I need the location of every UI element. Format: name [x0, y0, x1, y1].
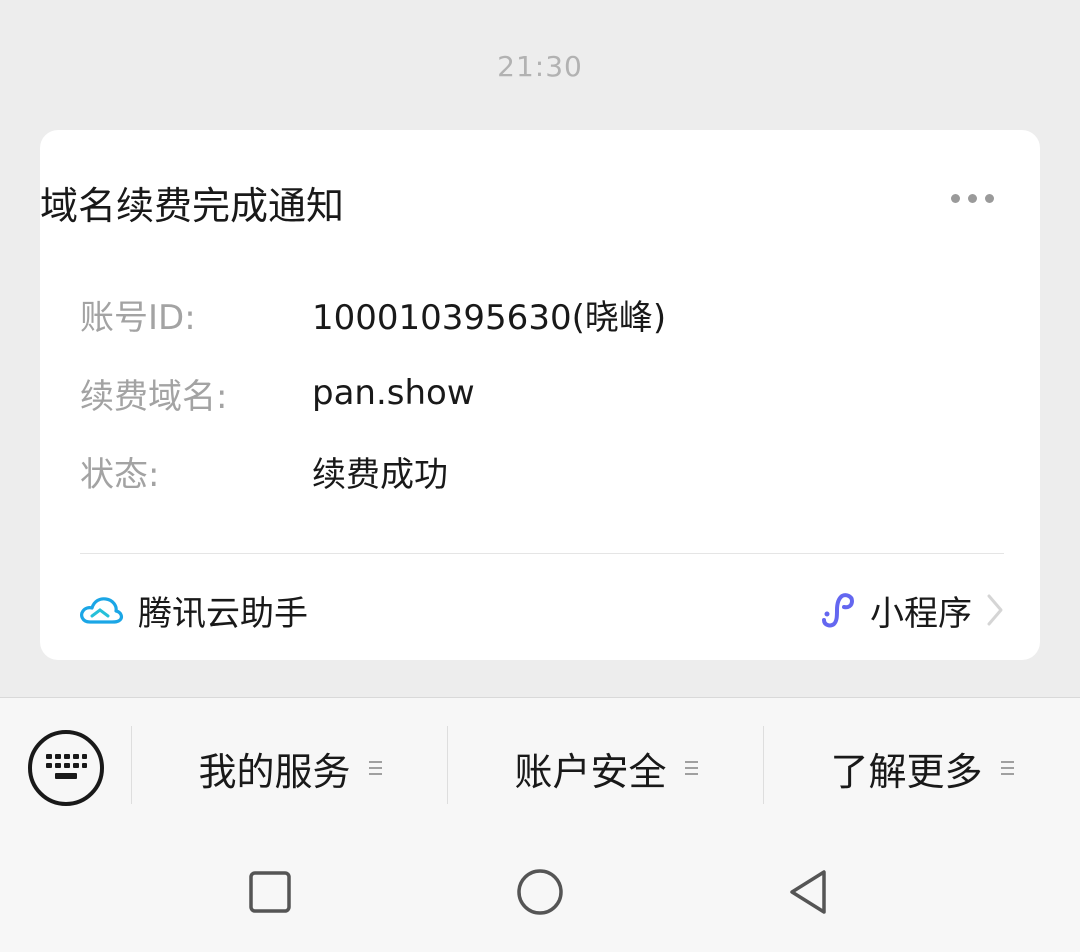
recent-apps-button[interactable]	[240, 862, 300, 922]
menu-item-label: 我的服务	[198, 749, 351, 794]
back-button[interactable]	[778, 862, 838, 922]
more-dot	[984, 193, 994, 203]
field-row-account-id: 账号ID: 100010395630(晓峰)	[80, 289, 666, 339]
menu-item-label: 了解更多	[830, 749, 983, 794]
miniprogram-label: 小程序	[870, 593, 972, 634]
miniprogram-link-icon	[822, 593, 855, 628]
back-icon	[790, 870, 826, 914]
home-icon	[517, 869, 563, 915]
submenu-icon	[684, 761, 698, 775]
message-timestamp: 21:30	[497, 50, 583, 83]
miniprogram-link[interactable]: 小程序	[818, 585, 1006, 635]
submenu-icon	[1000, 761, 1014, 775]
chevron-right-icon	[987, 594, 1003, 626]
field-label: 状态:	[80, 454, 160, 495]
tencent-cloud-icon	[80, 597, 123, 624]
more-options-button[interactable]	[942, 188, 1002, 208]
card-title: 域名续费完成通知	[40, 184, 345, 228]
recent-apps-icon	[249, 871, 291, 913]
card-divider	[80, 553, 1004, 554]
menu-item-label: 账户安全	[514, 749, 667, 794]
keyboard-icon	[46, 754, 87, 779]
service-menu-bar: 我的服务 账户安全 了解更多	[0, 697, 1080, 952]
field-row-status: 状态: 续费成功	[80, 446, 448, 496]
field-label: 账号ID:	[80, 297, 196, 338]
field-value: 100010395630(晓峰)	[312, 297, 667, 338]
keyboard-toggle-button[interactable]	[28, 730, 104, 806]
menu-item-my-services[interactable]: 我的服务	[132, 738, 448, 798]
card-source: 腾讯云助手	[78, 585, 308, 635]
field-label: 续费域名:	[80, 376, 228, 417]
source-name: 腾讯云助手	[138, 593, 308, 634]
field-value: pan.show	[312, 373, 475, 413]
more-dot	[967, 193, 977, 203]
home-button[interactable]	[510, 862, 570, 922]
menu-item-account-security[interactable]: 账户安全	[448, 738, 764, 798]
field-value: 续费成功	[312, 454, 448, 495]
chat-screen: 21:30 域名续费完成通知 账号ID: 100010395630(晓峰) 续费…	[0, 0, 1080, 952]
more-dots-icon	[950, 193, 960, 203]
menu-item-learn-more[interactable]: 了解更多	[764, 738, 1080, 798]
field-row-domain: 续费域名: pan.show	[80, 368, 475, 418]
submenu-icon	[368, 761, 382, 775]
